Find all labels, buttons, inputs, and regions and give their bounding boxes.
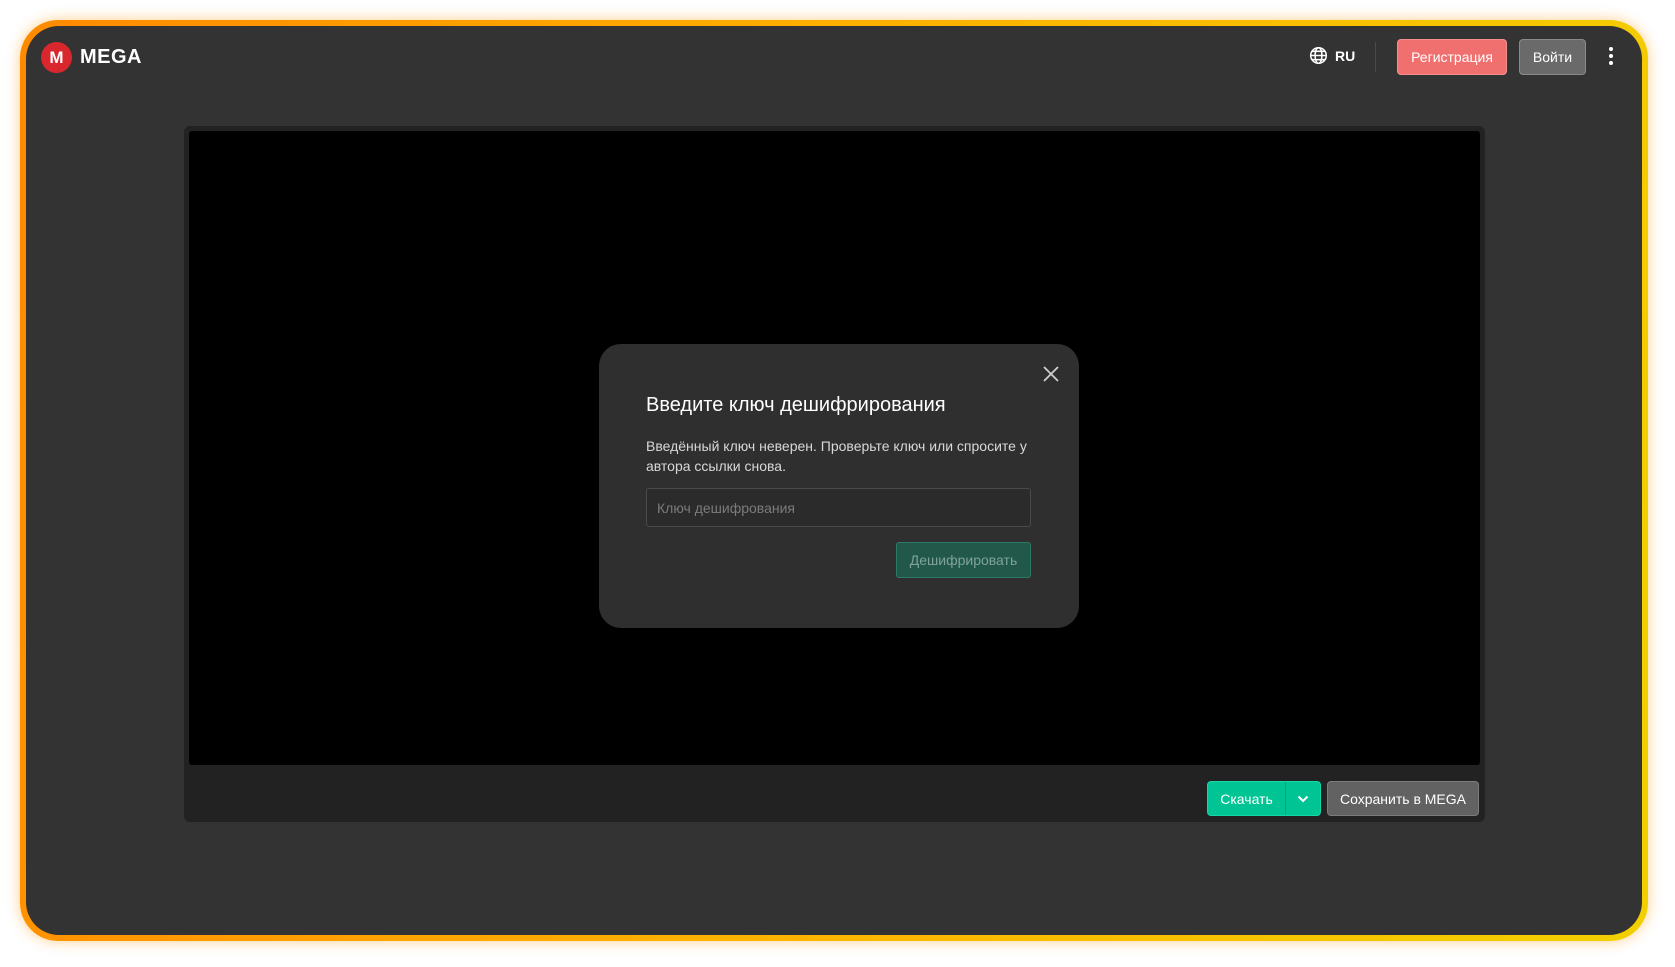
more-menu-icon[interactable] xyxy=(1601,44,1621,68)
header-divider xyxy=(1375,42,1376,72)
mega-logo-icon: M xyxy=(41,42,72,73)
decryption-key-dialog: Введите ключ дешифрирования Введённый кл… xyxy=(599,344,1079,628)
decryption-key-input[interactable] xyxy=(646,488,1031,527)
dialog-message: Введённый ключ неверен. Проверьте ключ и… xyxy=(646,438,1027,474)
player-action-bar: Скачать Сохранить в MEGA xyxy=(184,771,1485,822)
globe-icon xyxy=(1309,46,1328,65)
language-selector[interactable]: RU xyxy=(1309,46,1355,65)
login-button[interactable]: Войти xyxy=(1519,39,1586,75)
language-label: RU xyxy=(1335,47,1356,64)
decrypt-button[interactable]: Дешифрировать xyxy=(896,542,1031,578)
download-options-button[interactable] xyxy=(1286,782,1320,815)
save-to-mega-button[interactable]: Сохранить в MEGA xyxy=(1327,781,1479,816)
download-button[interactable]: Скачать xyxy=(1208,782,1285,815)
mega-logo[interactable]: M MEGA xyxy=(41,42,142,73)
dialog-title: Введите ключ дешифрирования xyxy=(646,394,946,416)
close-icon[interactable] xyxy=(1041,364,1061,384)
app-window: M MEGA RU Регистрация Войти Скачать Сохр… xyxy=(26,26,1642,935)
logo-text: MEGA xyxy=(80,46,142,68)
register-button[interactable]: Регистрация xyxy=(1397,39,1507,75)
download-button-group: Скачать xyxy=(1207,781,1321,816)
chevron-down-icon xyxy=(1297,795,1309,802)
